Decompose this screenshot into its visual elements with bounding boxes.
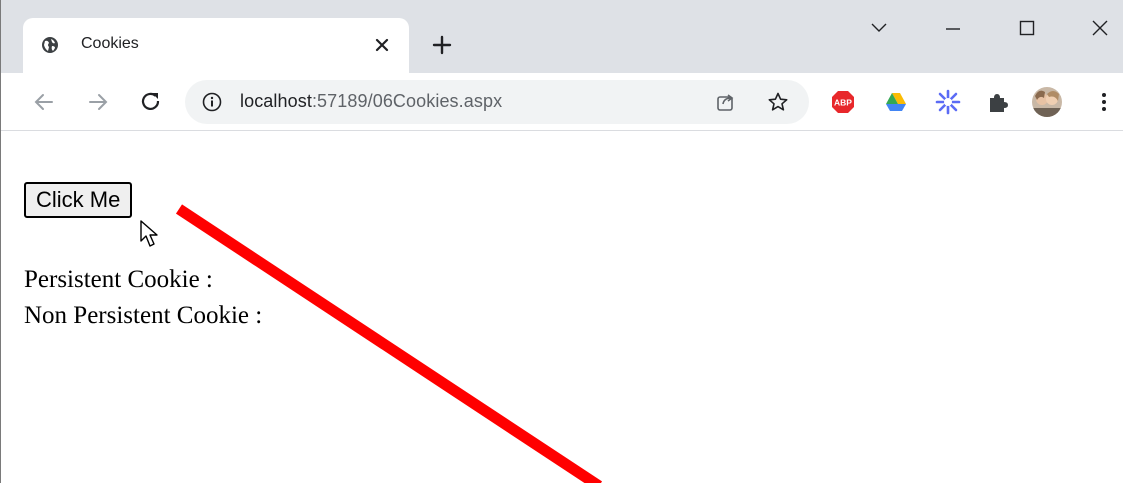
maximize-icon[interactable] (1013, 14, 1041, 42)
adblock-plus-icon[interactable]: ABP (830, 89, 856, 115)
url-host: localhost (240, 91, 312, 111)
menu-dots-icon[interactable] (1091, 89, 1117, 115)
svg-text:ABP: ABP (834, 98, 852, 108)
click-me-button[interactable]: Click Me (24, 182, 133, 218)
chevron-down-icon[interactable] (865, 14, 893, 42)
persistent-cookie-row: Persistent Cookie : (24, 266, 219, 294)
google-drive-icon[interactable] (883, 89, 909, 115)
profile-avatar[interactable] (1031, 86, 1063, 118)
non-persistent-cookie-label: Non Persistent Cookie : (24, 302, 263, 329)
mouse-cursor-icon (140, 220, 158, 247)
tab-title: Cookies (81, 35, 139, 52)
tab-strip: Cookies (1, 0, 1123, 73)
non-persistent-cookie-row: Non Persistent Cookie : (24, 302, 268, 330)
browser-toolbar: localhost:57189/06Cookies.aspx ABP (1, 73, 1123, 131)
info-icon[interactable] (202, 92, 222, 112)
reload-icon[interactable] (138, 89, 164, 115)
url-path: :57189/06Cookies.aspx (311, 91, 503, 111)
url-text: localhost:57189/06Cookies.aspx (240, 91, 502, 112)
minimize-icon[interactable] (939, 14, 967, 42)
browser-window: Cookies localhost:57189/06Cookies.aspx A… (0, 0, 1123, 483)
puzzle-extensions-icon[interactable] (985, 89, 1011, 115)
forward-arrow-icon[interactable] (85, 89, 111, 115)
page-content: Click Me Persistent Cookie : Non Persist… (1, 132, 1123, 483)
snowflake-extension-icon[interactable] (935, 89, 961, 115)
globe-icon (42, 37, 58, 53)
close-tab-icon[interactable] (372, 35, 392, 55)
address-bar[interactable]: localhost:57189/06Cookies.aspx (185, 80, 809, 124)
back-arrow-icon[interactable] (31, 89, 57, 115)
close-window-icon[interactable] (1086, 14, 1114, 42)
bookmark-star-icon[interactable] (767, 91, 789, 113)
tab-cookies[interactable]: Cookies (23, 18, 409, 73)
share-icon[interactable] (715, 91, 737, 113)
new-tab-icon[interactable] (430, 33, 454, 57)
persistent-cookie-label: Persistent Cookie : (24, 266, 213, 293)
